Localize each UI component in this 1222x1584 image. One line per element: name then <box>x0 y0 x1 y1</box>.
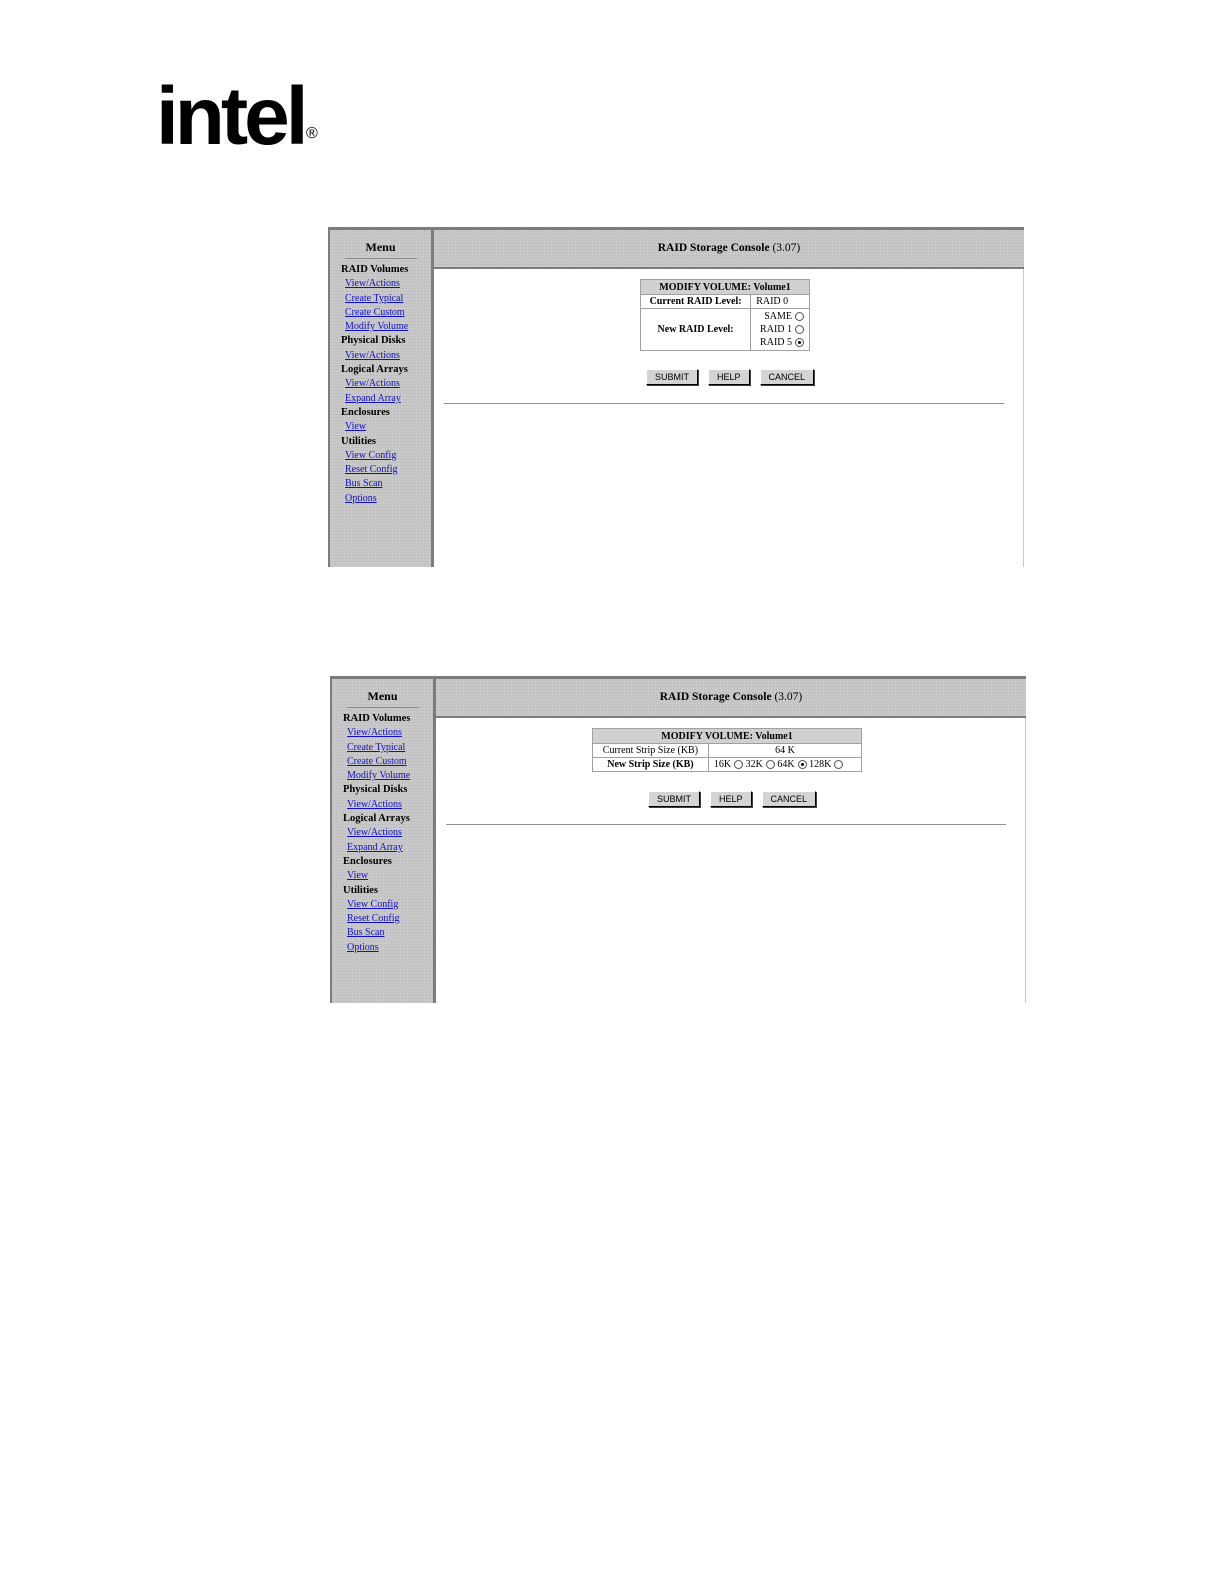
menu-link-disks-view-actions[interactable]: View/Actions <box>332 798 433 812</box>
option-16k[interactable]: 16K <box>713 759 744 770</box>
console-header: RAID Storage Console (3.07) <box>436 676 1026 718</box>
menu-section-physical-disks: Physical Disks <box>341 335 406 347</box>
menu-link-create-typical[interactable]: Create Typical <box>330 292 431 306</box>
menu-section-raid-volumes: RAID Volumes <box>341 264 409 275</box>
new-raid-level-label: New RAID Level: <box>639 308 752 351</box>
option-label: SAME <box>764 311 792 322</box>
radio-32k[interactable] <box>765 760 775 770</box>
current-strip-size-label: Current Strip Size (KB) <box>592 743 709 758</box>
option-label: 64K <box>777 759 795 770</box>
menu-link-options[interactable]: Options <box>330 492 431 506</box>
radio-16k[interactable] <box>734 760 744 770</box>
intel-logo: intel ® <box>156 76 326 166</box>
menu-section-logical-arrays: Logical Arrays <box>341 364 408 376</box>
registered-mark: ® <box>306 125 318 142</box>
strip-size-options: 16K 32K 64K 128K <box>707 757 863 772</box>
main-border <box>1023 269 1024 567</box>
menu-link-arrays-view-actions[interactable]: View/Actions <box>332 826 433 840</box>
menu-link-reset-config[interactable]: Reset Config <box>330 463 431 477</box>
option-64k[interactable]: 64K <box>777 759 807 770</box>
current-strip-size-value: 64 K <box>707 743 863 758</box>
menu-link-reset-config[interactable]: Reset Config <box>332 912 433 926</box>
menu-link-modify-volume[interactable]: Modify Volume <box>332 769 433 783</box>
new-strip-size-label: New Strip Size (KB) <box>592 757 709 772</box>
menu-link-create-typical[interactable]: Create Typical <box>332 741 433 755</box>
modify-volume-table: MODIFY VOLUME: Volume1 Current RAID Leve… <box>639 279 810 351</box>
menu-divider <box>346 707 419 708</box>
modify-volume-table: MODIFY VOLUME: Volume1 Current Strip Siz… <box>592 728 863 772</box>
table-caption: MODIFY VOLUME: Volume1 <box>640 279 810 295</box>
menu-link-bus-scan[interactable]: Bus Scan <box>332 926 433 940</box>
menu-section-utilities: Utilities <box>341 435 376 447</box>
option-label: 128K <box>809 759 832 770</box>
option-label: 16K <box>713 759 732 770</box>
menu-link-raid-view-actions[interactable]: View/Actions <box>332 726 433 740</box>
console-title: RAID Storage Console <box>657 242 770 254</box>
cancel-button[interactable]: CANCEL <box>761 791 817 807</box>
console-version: (3.07) <box>772 242 801 254</box>
menu-link-options[interactable]: Options <box>332 941 433 955</box>
menu-link-enclosures-view[interactable]: View <box>332 869 433 883</box>
menu-link-view-config[interactable]: View Config <box>332 898 433 912</box>
menu-section-enclosures: Enclosures <box>341 406 390 418</box>
action-buttons: SUBMIT HELP CANCEL <box>648 789 822 807</box>
radio-raid-5[interactable] <box>795 338 804 348</box>
action-buttons: SUBMIT HELP CANCEL <box>646 367 820 385</box>
help-button[interactable]: HELP <box>708 369 750 385</box>
radio-same[interactable] <box>795 312 804 322</box>
menu-link-enclosures-view[interactable]: View <box>330 420 431 434</box>
option-label: 32K <box>745 759 763 770</box>
horizontal-rule <box>446 824 1006 825</box>
cancel-button[interactable]: CANCEL <box>759 369 815 385</box>
menu-divider <box>344 258 417 259</box>
menu-section-enclosures: Enclosures <box>343 855 392 867</box>
submit-button[interactable]: SUBMIT <box>648 791 701 807</box>
menu-link-expand-array[interactable]: Expand Array <box>330 392 431 406</box>
console-header: RAID Storage Console (3.07) <box>434 227 1024 269</box>
option-label: RAID 5 <box>760 337 792 348</box>
menu-title: Menu <box>367 689 398 703</box>
menu-link-modify-volume[interactable]: Modify Volume <box>330 320 431 334</box>
radio-128k[interactable] <box>834 760 844 770</box>
radio-64k[interactable] <box>797 760 807 770</box>
logo-wordmark: intel <box>156 71 309 162</box>
console-title: RAID Storage Console <box>659 691 772 703</box>
table-caption: MODIFY VOLUME: Volume1 <box>592 728 862 744</box>
sidebar-menu: Menu RAID Volumes View/Actions Create Ty… <box>330 676 436 1003</box>
menu-link-raid-view-actions[interactable]: View/Actions <box>330 277 431 291</box>
help-button[interactable]: HELP <box>710 791 752 807</box>
option-label: RAID 1 <box>760 324 792 335</box>
option-raid-1[interactable]: RAID 1 <box>756 323 804 336</box>
menu-section-raid-volumes: RAID Volumes <box>343 713 411 724</box>
raid-console-screen-1: Menu RAID Volumes View/Actions Create Ty… <box>328 227 1024 567</box>
menu-link-view-config[interactable]: View Config <box>330 449 431 463</box>
raid-console-screen-2: Menu RAID Volumes View/Actions Create Ty… <box>330 676 1026 1003</box>
option-32k[interactable]: 32K <box>746 759 775 770</box>
current-raid-level-value: RAID 0 <box>750 294 810 309</box>
menu-link-create-custom[interactable]: Create Custom <box>330 306 431 320</box>
menu-link-create-custom[interactable]: Create Custom <box>332 755 433 769</box>
console-version: (3.07) <box>774 691 803 703</box>
sidebar-menu: Menu RAID Volumes View/Actions Create Ty… <box>328 227 434 567</box>
raid-level-options: SAME RAID 1 RAID 5 <box>750 308 810 351</box>
menu-section-utilities: Utilities <box>343 884 378 896</box>
option-raid-5[interactable]: RAID 5 <box>756 336 804 349</box>
main-border <box>1025 718 1026 1003</box>
menu-section-logical-arrays: Logical Arrays <box>343 813 410 825</box>
option-128k[interactable]: 128K <box>809 759 844 770</box>
menu-link-disks-view-actions[interactable]: View/Actions <box>330 349 431 363</box>
menu-title: Menu <box>365 240 396 254</box>
horizontal-rule <box>444 403 1004 404</box>
radio-raid-1[interactable] <box>795 325 804 335</box>
menu-link-bus-scan[interactable]: Bus Scan <box>330 477 431 491</box>
current-raid-level-label: Current RAID Level: <box>639 294 752 309</box>
option-same[interactable]: SAME <box>756 310 804 323</box>
submit-button[interactable]: SUBMIT <box>646 369 699 385</box>
menu-section-physical-disks: Physical Disks <box>343 784 408 796</box>
menu-link-expand-array[interactable]: Expand Array <box>332 841 433 855</box>
menu-link-arrays-view-actions[interactable]: View/Actions <box>330 377 431 391</box>
